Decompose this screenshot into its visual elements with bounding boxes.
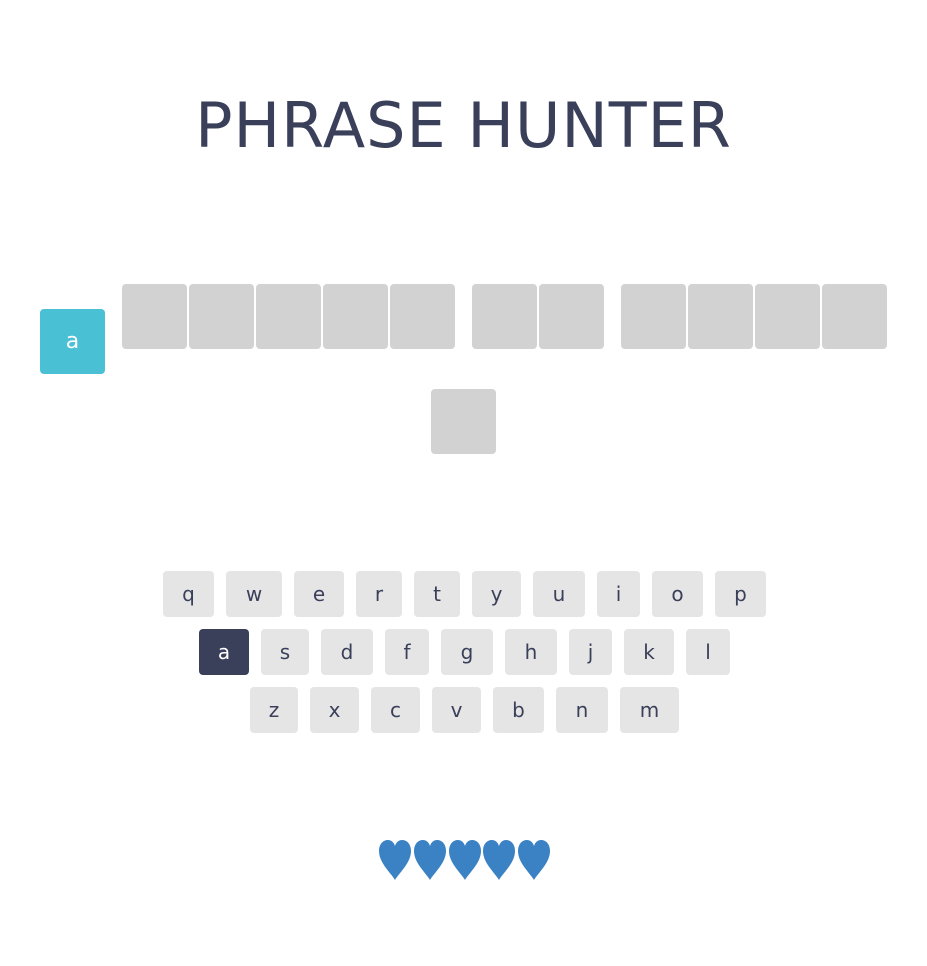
letter-tile-hidden [189,284,254,349]
game-page: PHRASE HUNTER a q w e r t y u i o p a s … [0,0,927,966]
letter-tile-hidden [122,284,187,349]
blue-heart-icon [518,840,550,880]
key-f[interactable]: f [385,629,429,675]
key-y[interactable]: y [472,571,521,617]
page-title: PHRASE HUNTER [195,89,732,162]
key-d[interactable]: d [321,629,373,675]
blue-heart-icon [379,840,411,880]
key-r[interactable]: r [356,571,402,617]
key-e[interactable]: e [294,571,344,617]
letter-tile-hidden [539,284,604,349]
key-x[interactable]: x [310,687,359,733]
key-i[interactable]: i [597,571,640,617]
key-m[interactable]: m [620,687,679,733]
letter-tile-hidden [755,284,820,349]
letter-tile-hidden [688,284,753,349]
key-q[interactable]: q [163,571,214,617]
key-p[interactable]: p [715,571,766,617]
key-h[interactable]: h [505,629,557,675]
letter-tile-hidden [431,389,496,454]
blue-heart-icon [449,840,481,880]
key-n[interactable]: n [556,687,608,733]
letter-tile-shown: a [40,309,105,374]
letter-tile-hidden [390,284,455,349]
blue-heart-icon [414,840,446,880]
key-o[interactable]: o [652,571,703,617]
key-j[interactable]: j [569,629,612,675]
letter-tile-hidden [822,284,887,349]
letter-tile-hidden [621,284,686,349]
key-t[interactable]: t [414,571,460,617]
key-w[interactable]: w [226,571,282,617]
key-v[interactable]: v [432,687,481,733]
letter-tile-hidden [472,284,537,349]
key-l[interactable]: l [686,629,730,675]
letter-tile-hidden [323,284,388,349]
key-z[interactable]: z [250,687,298,733]
letter-tile-hidden [256,284,321,349]
lives-scoreboard [0,838,927,886]
key-c[interactable]: c [371,687,420,733]
key-b[interactable]: b [493,687,544,733]
key-k[interactable]: k [624,629,674,675]
key-u[interactable]: u [533,571,585,617]
key-s[interactable]: s [261,629,309,675]
key-a[interactable]: a [199,629,249,675]
blue-heart-icon [483,840,515,880]
key-g[interactable]: g [441,629,493,675]
